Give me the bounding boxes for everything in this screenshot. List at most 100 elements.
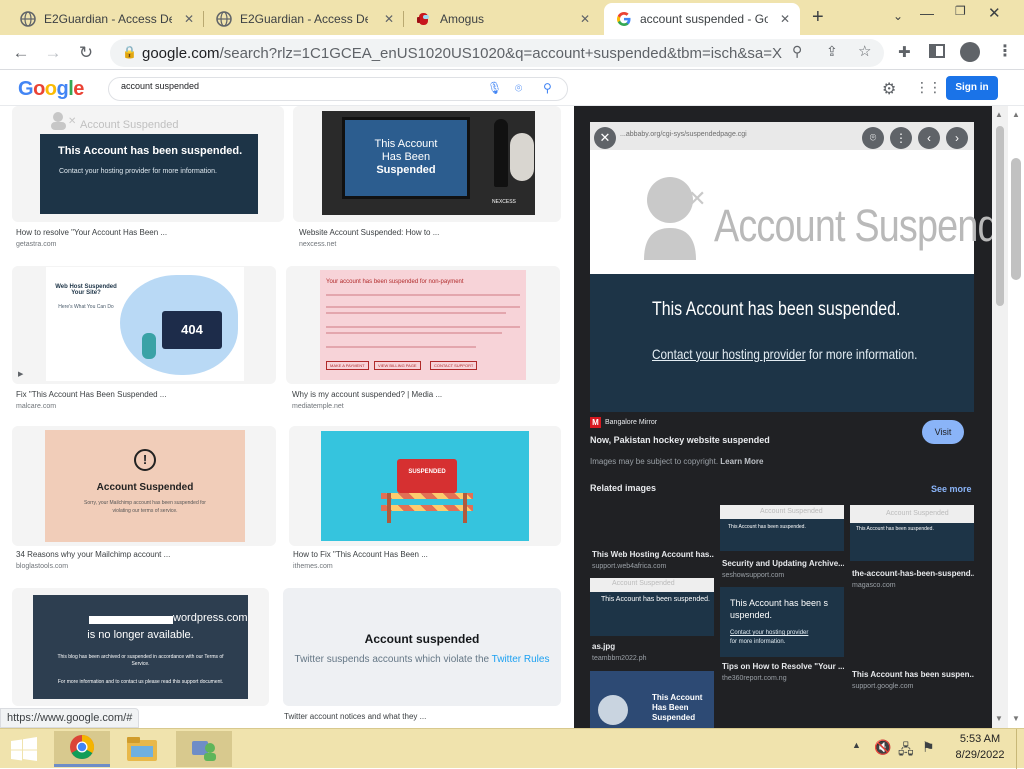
see-more-link[interactable]: See more — [931, 484, 972, 494]
related-caption[interactable]: the-account-has-been-suspend... — [852, 569, 974, 578]
speaker-muted-icon[interactable]: 🔇 — [874, 739, 891, 756]
result-source[interactable]: nexcess.net — [299, 241, 336, 248]
result-card[interactable]: Account suspended Twitter suspends accou… — [283, 588, 561, 728]
close-preview-button[interactable]: ✕ — [594, 127, 616, 149]
result-thumbnail[interactable]: Your account has been suspended for non-… — [286, 266, 560, 384]
result-thumbnail[interactable]: ! Account Suspended Sorry, your Mailchim… — [12, 426, 276, 546]
back-button[interactable]: ← — [9, 41, 33, 65]
forward-button[interactable]: → — [41, 41, 65, 65]
related-caption[interactable]: Security and Updating Archive... — [722, 559, 844, 568]
page-scrollbar[interactable]: ▲ ▼ — [1008, 106, 1024, 728]
lock-icon[interactable]: 🔒 — [122, 45, 137, 59]
taskbar-chrome-button[interactable] — [54, 731, 110, 767]
related-source[interactable]: teambbm2022.ph — [592, 655, 646, 662]
tab-e2guardian-2[interactable]: E2Guardian - Access Den ✕ — [204, 3, 404, 35]
tab-search-chevron-icon[interactable]: ⌄ — [893, 9, 903, 23]
scroll-down-arrow-icon[interactable]: ▼ — [1012, 714, 1020, 723]
close-window-button[interactable]: ✕ — [988, 4, 1001, 22]
tab-amogus[interactable]: Amogus ✕ — [404, 3, 600, 35]
zoom-search-icon[interactable]: ⚲ — [792, 43, 802, 60]
menu-kebab-icon[interactable]: ⋮ — [997, 41, 1013, 61]
profile-avatar-icon[interactable] — [960, 42, 980, 62]
address-bar[interactable]: 🔒 google.com/search?rlz=1C1GCEA_enUS1020… — [110, 39, 884, 67]
result-card[interactable]: SUSPENDED How to Fix "This Account Has B… — [289, 426, 561, 576]
close-tab-icon[interactable]: ✕ — [184, 12, 194, 26]
share-icon[interactable]: ⇪ — [826, 43, 838, 60]
result-thumbnail[interactable]: Account suspended Twitter suspends accou… — [283, 588, 561, 706]
result-source[interactable]: mediatemple.net — [292, 403, 344, 410]
next-image-icon[interactable]: › — [946, 127, 968, 149]
google-logo[interactable]: Google — [18, 78, 84, 101]
preview-title[interactable]: Now, Pakistan hockey website suspended — [590, 435, 770, 445]
clock-date[interactable]: 8/29/2022 — [950, 749, 1010, 761]
show-desktop-button[interactable] — [1016, 729, 1024, 769]
close-tab-icon[interactable]: ✕ — [384, 12, 394, 26]
tab-e2guardian-1[interactable]: E2Guardian - Access Den ✕ — [8, 3, 204, 35]
result-caption[interactable]: Fix "This Account Has Been Suspended ... — [16, 390, 166, 399]
bookmark-star-icon[interactable]: ☆ — [858, 42, 871, 60]
action-center-icon[interactable]: ⚑ — [922, 739, 935, 756]
result-card[interactable]: Your account has been suspended for non-… — [286, 266, 560, 416]
restore-button[interactable]: ❐ — [955, 4, 969, 18]
result-thumbnail[interactable]: Web Host Suspended Your Site? Here's Wha… — [12, 266, 276, 384]
preview-image[interactable]: ...abbaby.org/cgi-sys/suspendedpage.cgi … — [590, 122, 992, 412]
result-thumbnail[interactable]: ✕ Account Suspended This Account has bee… — [12, 106, 284, 222]
learn-more-link[interactable]: Learn More — [720, 457, 763, 466]
microphone-icon[interactable]: 🎙 — [487, 81, 502, 95]
settings-gear-icon[interactable]: ⚙ — [882, 79, 896, 99]
close-tab-icon[interactable]: ✕ — [780, 12, 790, 26]
sign-in-button[interactable]: Sign in — [946, 76, 998, 100]
search-box[interactable]: 🎙 ⌾ ⚲ — [108, 77, 568, 101]
related-caption[interactable]: as.jpg — [592, 642, 714, 651]
related-source[interactable]: support.web4africa.com — [592, 563, 666, 570]
extensions-icon[interactable]: ✚ — [898, 43, 911, 61]
related-caption[interactable]: This Web Hosting Account has... — [592, 550, 714, 559]
scrollbar-thumb[interactable] — [996, 126, 1004, 306]
lens-search-icon[interactable]: ⌾ — [862, 127, 884, 149]
show-hidden-icons-chevron-icon[interactable]: ▲ — [852, 740, 861, 750]
tab-account-suspended[interactable]: account suspended - Go ✕ — [604, 3, 800, 35]
result-card[interactable]: ! Account Suspended Sorry, your Mailchim… — [12, 426, 276, 576]
related-image[interactable]: This Account Has Been Suspended — [590, 671, 714, 728]
scroll-up-arrow-icon[interactable]: ▲ — [1012, 110, 1020, 119]
related-image[interactable]: Account Suspended This Account has been … — [720, 505, 844, 581]
new-tab-button[interactable]: + — [812, 6, 824, 29]
scroll-up-arrow-icon[interactable]: ▲ — [995, 110, 1003, 119]
preview-scrollbar[interactable]: ▲ ▼ — [992, 106, 1008, 728]
result-source[interactable]: bloglastools.com — [16, 563, 68, 570]
result-card[interactable]: Web Host Suspended Your Site? Here's Wha… — [12, 266, 276, 416]
camera-lens-icon[interactable]: ⌾ — [515, 81, 522, 96]
clock-time[interactable]: 5:53 AM — [950, 733, 1010, 745]
related-image[interactable]: Account Suspended This Account has been … — [590, 578, 714, 668]
scrollbar-thumb[interactable] — [1011, 158, 1021, 280]
result-card[interactable]: This Account Has Been Suspended NEXCESS … — [293, 106, 561, 256]
result-card[interactable]: ✕ Account Suspended This Account has bee… — [12, 106, 284, 256]
preview-source-name[interactable]: Bangalore Mirror — [605, 419, 657, 426]
result-caption[interactable]: Twitter account notices and what they ..… — [284, 712, 426, 721]
result-thumbnail[interactable]: SUSPENDED — [289, 426, 561, 546]
file-explorer-icon[interactable] — [126, 736, 158, 762]
related-source[interactable]: magasco.com — [852, 582, 896, 589]
side-panel-icon[interactable] — [929, 44, 945, 58]
result-caption[interactable]: Why is my account suspended? | Media ... — [292, 390, 442, 399]
network-icon[interactable]: 🖧 — [898, 739, 914, 763]
result-source[interactable]: malcare.com — [16, 403, 56, 410]
result-caption[interactable]: 34 Reasons why your Mailchimp account ..… — [16, 550, 170, 559]
related-caption[interactable]: Tips on How to Resolve "Your ... — [722, 662, 844, 671]
search-icon[interactable]: ⚲ — [543, 81, 552, 95]
visit-button[interactable]: Visit — [922, 420, 964, 444]
minimize-button[interactable]: — — [918, 5, 936, 23]
related-caption[interactable]: This Account has been suspen... — [852, 670, 974, 679]
url-text[interactable]: google.com/search?rlz=1C1GCEA_enUS1020US… — [142, 45, 782, 62]
close-tab-icon[interactable]: ✕ — [580, 12, 590, 26]
related-source[interactable]: seshowsupport.com — [722, 572, 784, 579]
result-caption[interactable]: How to Fix "This Account Has Been ... — [293, 550, 428, 559]
result-source[interactable]: ithemes.com — [293, 563, 333, 570]
previous-image-icon[interactable]: ‹ — [918, 127, 940, 149]
result-caption[interactable]: Website Account Suspended: How to ... — [299, 228, 439, 237]
result-card[interactable]: wordpress.com is no longer available. Th… — [12, 588, 269, 728]
reload-button[interactable]: ↻ — [74, 41, 98, 65]
related-image[interactable]: This Account has been s uspended. Contact… — [720, 587, 844, 682]
search-input[interactable] — [121, 81, 461, 91]
related-source[interactable]: support.google.com — [852, 683, 913, 690]
